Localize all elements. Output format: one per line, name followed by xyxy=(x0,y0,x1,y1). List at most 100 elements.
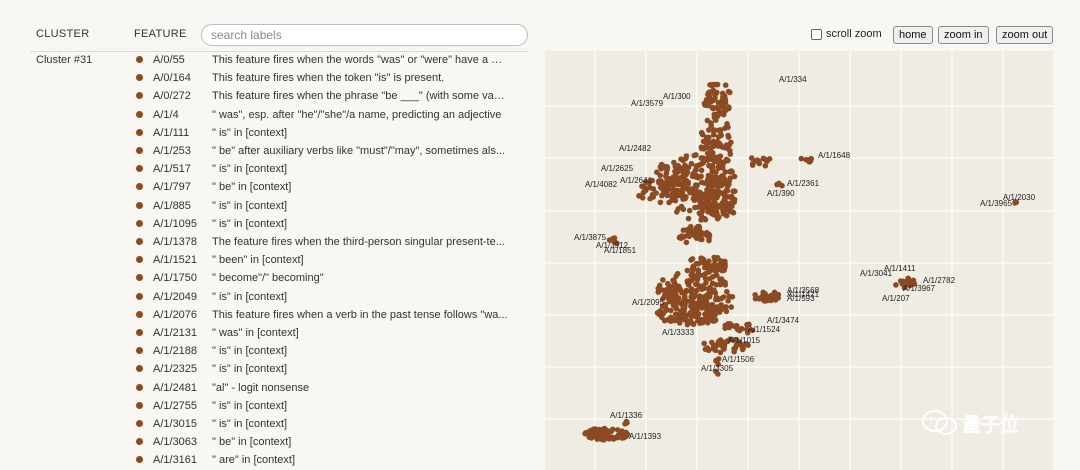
map-point[interactable] xyxy=(701,100,708,107)
map-point[interactable] xyxy=(713,155,719,161)
feature-row[interactable]: A/1/1095 " is" in [context] xyxy=(0,215,540,233)
map-point[interactable] xyxy=(666,199,672,206)
scroll-zoom-checkbox[interactable] xyxy=(811,28,822,40)
map-point[interactable] xyxy=(754,295,760,301)
feature-row[interactable]: A/1/517 " is" in [context] xyxy=(0,160,540,178)
map-point[interactable] xyxy=(683,239,690,246)
map-point[interactable] xyxy=(717,276,724,283)
map-point[interactable] xyxy=(732,188,738,194)
map-label[interactable]: A/1/2625 xyxy=(601,164,634,173)
map-point[interactable] xyxy=(806,159,813,165)
map-point[interactable] xyxy=(706,134,712,141)
scroll-zoom-toggle[interactable]: scroll zoom xyxy=(811,28,882,40)
map-point[interactable] xyxy=(706,203,713,209)
map-point[interactable] xyxy=(713,205,719,212)
map-label[interactable]: A/1/4082 xyxy=(585,180,618,189)
map-point[interactable] xyxy=(689,256,696,262)
feature-row[interactable]: A/0/55 This feature fires when the words … xyxy=(0,51,540,69)
map-point[interactable] xyxy=(596,426,603,433)
map-point[interactable] xyxy=(672,168,678,175)
map-point[interactable] xyxy=(698,155,705,161)
map-point[interactable] xyxy=(694,301,701,307)
map-point[interactable] xyxy=(704,179,710,185)
map-point[interactable] xyxy=(713,306,719,313)
map-point[interactable] xyxy=(722,82,729,88)
map-point[interactable] xyxy=(893,282,899,288)
map-point[interactable] xyxy=(704,345,711,351)
map-point[interactable] xyxy=(665,280,671,287)
map-label[interactable]: A/1/1648 xyxy=(818,151,851,160)
map-point[interactable] xyxy=(699,230,705,236)
map-point[interactable] xyxy=(729,294,736,300)
map-point[interactable] xyxy=(693,163,699,169)
map-point[interactable] xyxy=(710,105,717,112)
map-point[interactable] xyxy=(672,311,679,318)
map-point[interactable] xyxy=(905,275,911,282)
map-point[interactable] xyxy=(748,155,755,161)
map-point[interactable] xyxy=(763,294,770,300)
feature-row[interactable]: A/1/253 " be" after auxiliary verbs like … xyxy=(0,142,540,160)
map-point[interactable] xyxy=(690,308,697,314)
feature-row[interactable]: A/1/2481 "al" - logit nonsense xyxy=(0,379,540,397)
map-point[interactable] xyxy=(680,157,686,164)
map-point[interactable] xyxy=(704,229,710,236)
map-point[interactable] xyxy=(684,267,691,274)
map-point[interactable] xyxy=(681,307,687,313)
map-point[interactable] xyxy=(657,172,663,179)
map-point[interactable] xyxy=(724,288,730,295)
map-point[interactable] xyxy=(725,132,731,139)
map-point[interactable] xyxy=(715,190,722,197)
map-point[interactable] xyxy=(714,254,721,261)
map-label[interactable]: A/1/1524 xyxy=(748,325,781,334)
map-point[interactable] xyxy=(704,264,711,270)
map-point[interactable] xyxy=(756,160,763,167)
map-point[interactable] xyxy=(699,160,705,167)
map-label[interactable]: A/1/2641 xyxy=(620,176,653,185)
map-point[interactable] xyxy=(605,428,612,435)
map-point[interactable] xyxy=(764,158,770,165)
search-input[interactable] xyxy=(201,24,528,46)
feature-row[interactable]: A/1/3161 " are" in [context] xyxy=(0,451,540,469)
feature-row[interactable]: A/1/1378 The feature fires when the third… xyxy=(0,233,540,251)
map-point[interactable] xyxy=(693,185,699,192)
map-point[interactable] xyxy=(685,215,692,222)
map-point[interactable] xyxy=(798,155,805,162)
map-point[interactable] xyxy=(696,225,703,231)
map-point[interactable] xyxy=(702,144,709,150)
feature-row[interactable]: A/1/3063 " be" in [context] xyxy=(0,433,540,451)
map-label[interactable]: A/1/3579 xyxy=(631,99,664,108)
map-label[interactable]: A/1/3333 xyxy=(662,328,695,337)
map-point[interactable] xyxy=(706,139,712,146)
map-point[interactable] xyxy=(725,194,731,200)
map-point[interactable] xyxy=(897,278,904,284)
map-point[interactable] xyxy=(673,305,680,312)
map-point[interactable] xyxy=(607,435,613,442)
map-point[interactable] xyxy=(716,339,722,345)
map-label[interactable]: A/1/2361 xyxy=(787,179,820,188)
map-point[interactable] xyxy=(660,277,666,283)
feature-row[interactable]: A/0/272 This feature fires when the phras… xyxy=(0,87,540,105)
map-point[interactable] xyxy=(583,429,589,436)
map-point[interactable] xyxy=(714,89,720,96)
map-point[interactable] xyxy=(701,204,707,211)
feature-row[interactable]: A/1/885 " is" in [context] xyxy=(0,197,540,215)
map-point[interactable] xyxy=(686,277,692,284)
map-point[interactable] xyxy=(594,436,601,442)
map-point[interactable] xyxy=(672,193,679,199)
map-point[interactable] xyxy=(714,262,721,269)
map-point[interactable] xyxy=(681,167,688,173)
map-label[interactable]: A/1/3041 xyxy=(860,269,893,278)
map-label[interactable]: A/1/390 xyxy=(767,189,795,198)
feature-row[interactable]: A/1/2188 " is" in [context] xyxy=(0,342,540,360)
map-point[interactable] xyxy=(695,317,701,324)
map-point[interactable] xyxy=(720,344,726,350)
feature-row[interactable]: A/1/2755 " is" in [context] xyxy=(0,397,540,415)
map-point[interactable] xyxy=(690,266,697,273)
map-point[interactable] xyxy=(696,285,703,291)
map-point[interactable] xyxy=(731,346,738,352)
map-point[interactable] xyxy=(699,179,705,186)
map-point[interactable] xyxy=(670,182,677,189)
map-point[interactable] xyxy=(659,192,665,199)
map-point[interactable] xyxy=(709,162,716,169)
map-point[interactable] xyxy=(683,194,689,200)
